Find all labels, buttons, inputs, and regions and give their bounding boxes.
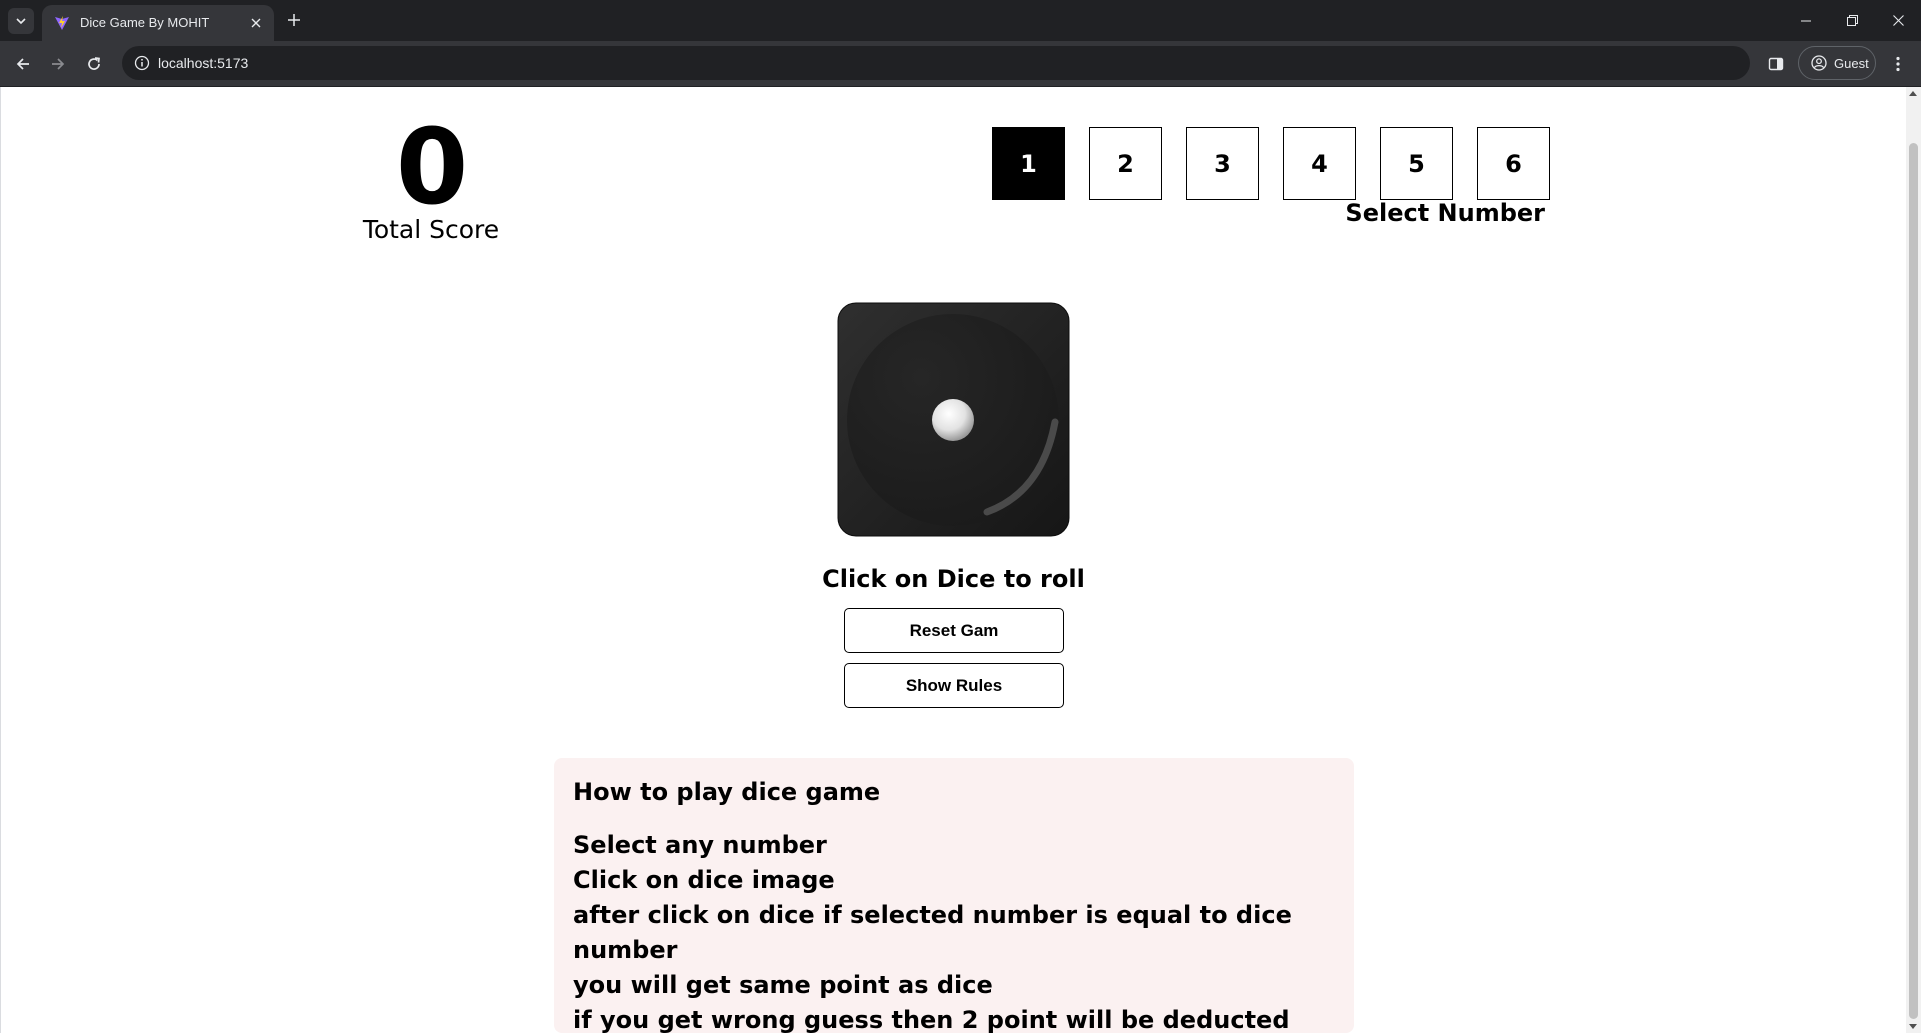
account-icon	[1811, 55, 1827, 71]
rules-line: if you get wrong guess then 2 point will…	[573, 1006, 1290, 1033]
tab-search-button[interactable]	[8, 8, 34, 34]
back-arrow-icon[interactable]	[11, 52, 35, 76]
total-score-value: 0	[395, 106, 468, 228]
number-box-2[interactable]: 2	[1089, 127, 1162, 200]
new-tab-plus-icon[interactable]	[284, 10, 304, 30]
vite-favicon-icon	[55, 16, 69, 30]
rules-line: Select any number	[573, 831, 827, 859]
page-viewport: 0 Total Score 123456 Select Number Click…	[0, 87, 1921, 1033]
vertical-scrollbar[interactable]	[1906, 87, 1921, 1033]
browser-toolbar: localhost:5173 Guest	[0, 41, 1921, 87]
profile-label: Guest	[1834, 55, 1869, 71]
scroll-up-arrow-icon[interactable]	[1909, 91, 1917, 96]
browser-tab-active[interactable]: Dice Game By MOHIT	[42, 5, 274, 41]
address-bar[interactable]: localhost:5173	[122, 46, 1750, 80]
rules-line: after click on dice if selected number i…	[573, 901, 1292, 964]
rules-panel: How to play dice game Select any number …	[554, 758, 1354, 1033]
forward-arrow-icon[interactable]	[46, 52, 70, 76]
reload-icon[interactable]	[82, 52, 106, 76]
minimize-window-icon[interactable]	[1783, 0, 1829, 41]
side-panel-icon[interactable]	[1764, 52, 1788, 76]
browser-tab-strip: Dice Game By MOHIT	[0, 0, 1921, 41]
select-number-label: Select Number	[1345, 199, 1545, 227]
number-box-4[interactable]: 4	[1283, 127, 1356, 200]
restore-window-icon[interactable]	[1829, 0, 1875, 41]
tab-title: Dice Game By MOHIT	[80, 15, 210, 30]
dice-image[interactable]	[837, 302, 1070, 537]
show-rules-button[interactable]: Show Rules	[844, 663, 1064, 708]
scrollbar-thumb[interactable]	[1909, 143, 1918, 1019]
scroll-down-arrow-icon[interactable]	[1909, 1024, 1917, 1029]
dice-face-one-icon	[837, 302, 1070, 537]
number-box-1[interactable]: 1	[992, 127, 1065, 200]
roll-hint-text: Click on Dice to roll	[822, 565, 1085, 593]
rules-line: you will get same point as dice	[573, 971, 993, 999]
reset-game-button[interactable]: Reset Gam	[844, 608, 1064, 653]
number-box-6[interactable]: 6	[1477, 127, 1550, 200]
kebab-menu-icon[interactable]	[1886, 52, 1910, 76]
number-box-3[interactable]: 3	[1186, 127, 1259, 200]
rules-line: Click on dice image	[573, 866, 835, 894]
site-info-icon[interactable]	[134, 55, 150, 71]
rules-title: How to play dice game	[573, 778, 881, 806]
chevron-down-icon	[16, 18, 26, 25]
close-window-icon[interactable]	[1875, 0, 1921, 41]
number-box-5[interactable]: 5	[1380, 127, 1453, 200]
total-score-label: Total Score	[362, 215, 500, 244]
tab-close-icon[interactable]	[248, 15, 264, 31]
url-text: localhost:5173	[158, 55, 249, 71]
profile-button[interactable]: Guest	[1798, 46, 1876, 80]
number-selector: 123456	[992, 127, 1550, 200]
